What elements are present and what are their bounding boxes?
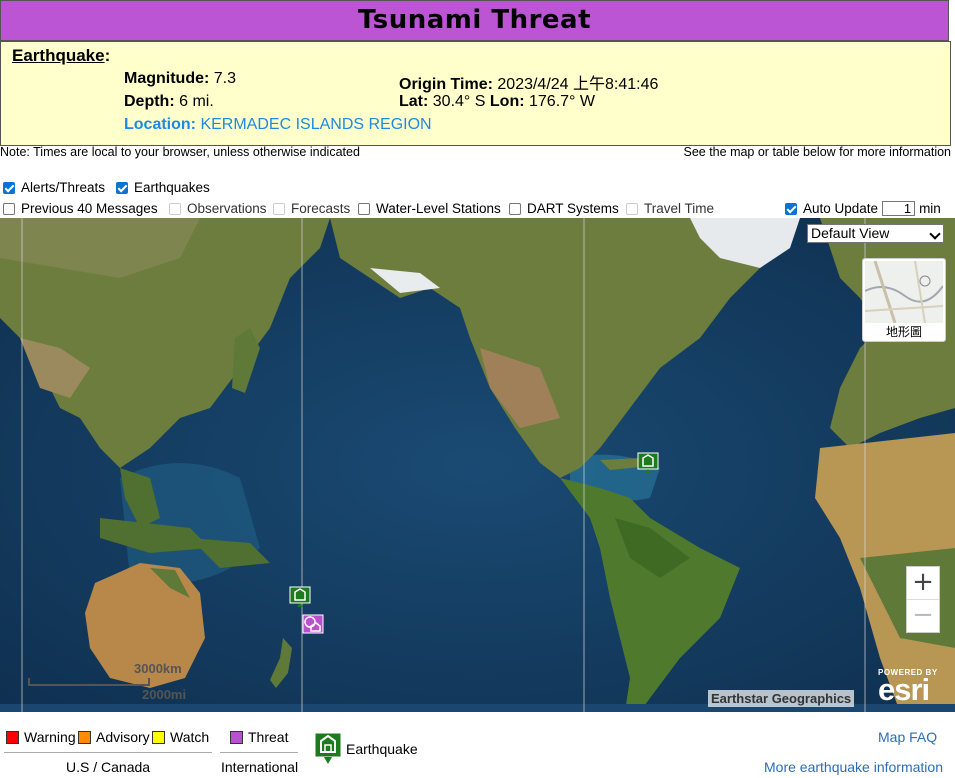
warning-label: Warning [24, 729, 76, 745]
earthquake-marker-caribbean[interactable] [637, 452, 659, 474]
earthquakes-option[interactable]: Earthquakes [116, 180, 210, 195]
zoom-in-button[interactable]: + [907, 567, 939, 600]
earthquakes-checkbox[interactable] [116, 181, 128, 194]
map-view[interactable] [0, 218, 955, 712]
page-title-bar: Tsunami Threat [0, 0, 949, 41]
international-divider [220, 752, 298, 753]
esri-logo: POWERED BY esri [878, 668, 938, 707]
zoom-control: + − [906, 566, 940, 633]
international-label: International [221, 759, 299, 775]
page-title: Tsunami Threat [357, 5, 592, 35]
scale-line [28, 678, 150, 686]
earthquake-legend-icon [314, 732, 342, 766]
scale-km-label: 3000km [134, 661, 182, 676]
travel-time-option: Travel Time [626, 201, 714, 216]
zoom-out-button[interactable]: − [907, 600, 939, 632]
earthquake-marker-kermadec[interactable] [289, 586, 311, 608]
location-row: Location: KERMADEC ISLANDS REGION [124, 116, 432, 133]
dart-option[interactable]: DART Systems [509, 201, 619, 216]
scale-mi-label: 2000mi [142, 687, 187, 702]
earthquake-info-panel: Earthquake: Magnitude: 7.3 Origin Time: … [0, 41, 951, 146]
advisory-swatch [78, 731, 91, 744]
depth-row: Depth: 6 mi. [124, 93, 214, 110]
earthquake-legend-label: Earthquake [346, 741, 418, 757]
watch-label: Watch [170, 729, 210, 745]
advisory-label: Advisory [96, 729, 150, 745]
alerts-threats-checkbox[interactable] [3, 181, 15, 194]
auto-update-checkbox[interactable] [785, 202, 797, 215]
alerts-threats-option[interactable]: Alerts/Threats [3, 180, 105, 195]
magnitude-row: Magnitude: 7.3 [124, 70, 237, 87]
us-canada-divider [4, 752, 212, 753]
water-level-checkbox[interactable] [358, 202, 370, 215]
see-map-note: See the map or table below for more info… [683, 145, 952, 159]
origin-time-value: 2023/4/24 上午8:41:46 [497, 76, 659, 93]
basemap-thumbnail [864, 260, 944, 324]
warning-swatch [6, 731, 19, 744]
origin-time-row: Origin Time: 2023/4/24 上午8:41:46 [399, 76, 659, 93]
water-level-option[interactable]: Water-Level Stations [358, 201, 501, 216]
depth-value: 6 mi. [179, 93, 214, 110]
map-attribution: Earthstar Geographics [708, 690, 855, 707]
timezone-note: Note: Times are local to your browser, u… [0, 145, 360, 159]
auto-update-option[interactable]: Auto Update 1 min [785, 201, 941, 216]
auto-update-minutes-input[interactable]: 1 [882, 201, 916, 216]
map-legend: Warning Advisory Watch U.S / Canada Thre… [0, 712, 955, 778]
magnitude-value: 7.3 [213, 70, 237, 87]
threat-swatch [230, 731, 243, 744]
basemap-toggle[interactable]: 地形圖 [862, 258, 946, 342]
us-canada-label: U.S / Canada [66, 759, 151, 775]
location-value: KERMADEC ISLANDS REGION [200, 116, 432, 133]
observations-option: Observations [169, 201, 267, 216]
lat-lon-row: Lat: 30.4° S Lon: 176.7° W [399, 93, 595, 110]
more-earthquake-info-link[interactable]: More earthquake information [764, 759, 943, 775]
forecasts-option: Forecasts [273, 201, 350, 216]
threat-marker-kermadec[interactable] [302, 614, 324, 636]
watch-swatch [152, 731, 165, 744]
chevron-down-icon [929, 228, 941, 240]
lat-value: 30.4° S [432, 93, 486, 110]
lon-value: 176.7° W [529, 93, 595, 110]
travel-time-checkbox [626, 202, 638, 215]
map-scale-bar: 3000km 2000mi [28, 661, 198, 702]
map-faq-link[interactable]: Map FAQ [878, 729, 937, 745]
previous-messages-checkbox[interactable] [3, 202, 15, 215]
threat-label: Threat [248, 729, 289, 745]
map-view-select[interactable]: Default View [807, 224, 944, 243]
observations-checkbox [169, 202, 181, 215]
world-map-image [0, 218, 955, 712]
dart-checkbox[interactable] [509, 202, 521, 215]
previous-messages-option[interactable]: Previous 40 Messages [3, 201, 158, 216]
basemap-label: 地形圖 [885, 325, 922, 339]
earthquake-heading: Earthquake: [12, 46, 111, 65]
forecasts-checkbox [273, 202, 285, 215]
